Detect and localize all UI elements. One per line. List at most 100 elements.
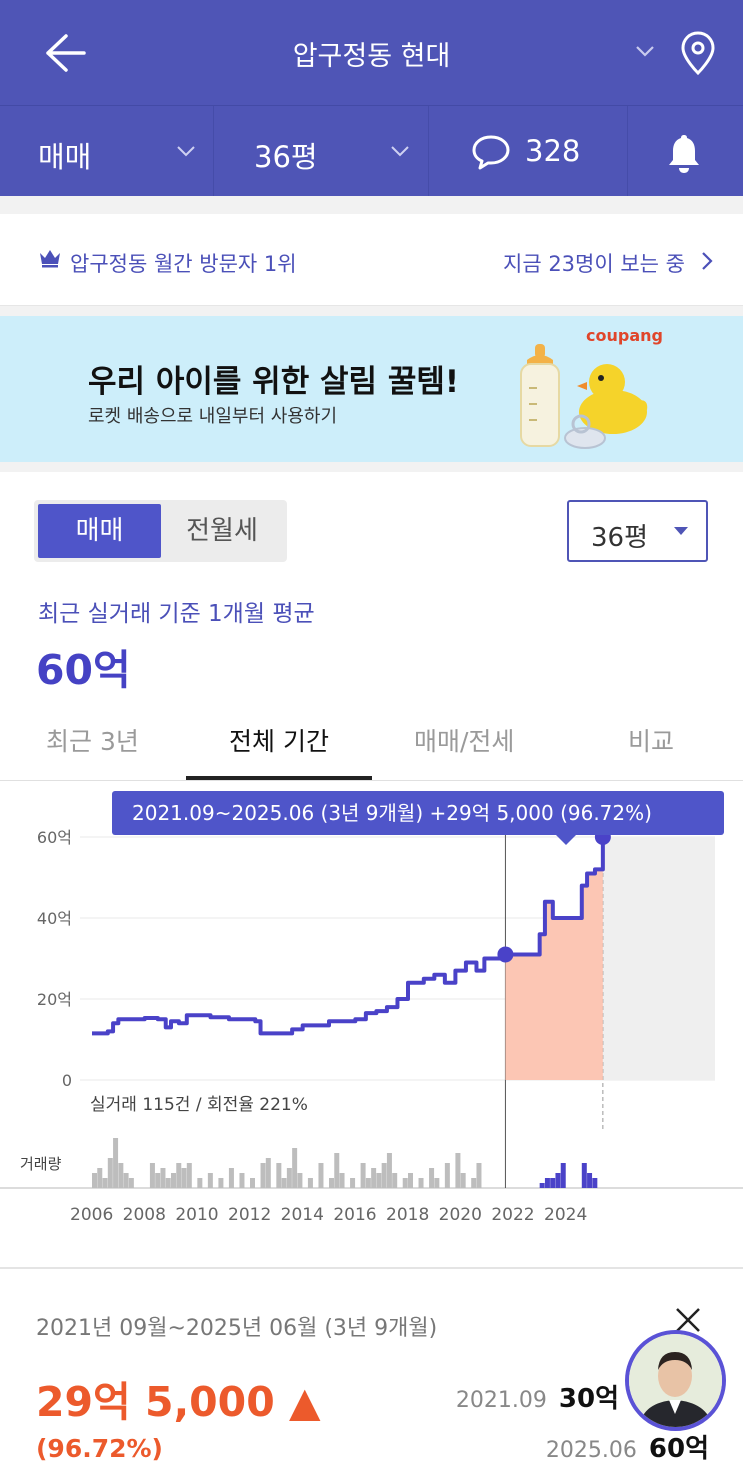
x-tick-label: 2006 bbox=[70, 1205, 113, 1225]
range-tooltip: 2021.09~2025.06 (3년 9개월) +29억 5,000 (96.… bbox=[112, 791, 724, 835]
chevron-down-icon bbox=[391, 146, 409, 157]
volume-bar bbox=[239, 1173, 245, 1188]
volume-bar bbox=[444, 1163, 450, 1188]
summary-period: 2021년 09월~2025년 06월 (3년 9개월) bbox=[36, 1316, 438, 1341]
volume-bar bbox=[128, 1178, 134, 1188]
x-tick-label: 2012 bbox=[228, 1205, 271, 1225]
volume-bar bbox=[286, 1168, 292, 1188]
comments-button[interactable]: 328 bbox=[429, 106, 628, 197]
x-tick-label: 2008 bbox=[123, 1205, 166, 1225]
volume-bar bbox=[434, 1178, 440, 1188]
deal-type-toggle: 매매 전월세 bbox=[34, 500, 287, 562]
volume-bar bbox=[160, 1168, 166, 1188]
volume-bar bbox=[418, 1178, 424, 1188]
volume-bar bbox=[228, 1168, 234, 1188]
chevron-down-icon[interactable] bbox=[632, 38, 658, 64]
volume-bar bbox=[371, 1168, 377, 1188]
size-dropdown[interactable]: 36평 bbox=[214, 106, 429, 197]
visitor-rank-row[interactable]: 압구정동 월간 방문자 1위 지금 23명이 보는 중 bbox=[0, 214, 743, 306]
tab-sale-vs-rent[interactable]: 매매/전세 bbox=[414, 722, 514, 758]
y-tick-label: 40억 bbox=[37, 909, 72, 928]
deal-type-label: 매매 bbox=[38, 140, 92, 174]
volume-bar bbox=[197, 1178, 203, 1188]
start-price: 30억 bbox=[558, 1384, 619, 1414]
volume-bar bbox=[107, 1158, 113, 1188]
x-tick-label: 2010 bbox=[175, 1205, 218, 1225]
volume-label: 거래량 bbox=[20, 1155, 62, 1173]
volume-bar bbox=[92, 1173, 97, 1188]
volume-bar bbox=[429, 1168, 435, 1188]
volume-bar bbox=[155, 1173, 161, 1188]
volume-bar bbox=[392, 1173, 398, 1188]
x-tick-label: 2024 bbox=[544, 1205, 587, 1225]
volume-bar bbox=[386, 1153, 392, 1188]
x-tick-label: 2020 bbox=[439, 1205, 482, 1225]
deal-type-dropdown[interactable]: 매매 bbox=[0, 106, 214, 197]
volume-bar bbox=[334, 1153, 340, 1188]
volume-bar bbox=[176, 1163, 182, 1188]
average-value: 60억 bbox=[36, 646, 131, 694]
location-pin-icon[interactable] bbox=[680, 30, 716, 76]
volume-bar bbox=[260, 1163, 266, 1188]
bell-icon bbox=[669, 135, 699, 173]
caret-down-icon bbox=[674, 527, 688, 535]
volume-bar bbox=[113, 1138, 119, 1188]
notification-button[interactable] bbox=[628, 106, 743, 197]
volume-bar bbox=[307, 1178, 313, 1188]
volume-bar bbox=[360, 1163, 366, 1188]
section-gap bbox=[0, 306, 743, 316]
speech-bubble-icon bbox=[472, 135, 510, 170]
x-tick-label: 2018 bbox=[386, 1205, 429, 1225]
future-range-shade bbox=[602, 837, 715, 1080]
period-tabs: 최근 3년 전체 기간 매매/전세 비교 bbox=[0, 700, 743, 781]
start-point[interactable] bbox=[497, 946, 514, 963]
crown-icon bbox=[40, 250, 60, 268]
volume-bar bbox=[476, 1163, 482, 1188]
volume-bar bbox=[350, 1178, 356, 1188]
volume-bar bbox=[381, 1163, 387, 1188]
tab-all-period[interactable]: 전체 기간 bbox=[229, 722, 329, 758]
x-tick-label: 2016 bbox=[333, 1205, 376, 1225]
volume-bar bbox=[102, 1178, 108, 1188]
volume-bar bbox=[165, 1178, 171, 1188]
volume-bar bbox=[123, 1173, 129, 1188]
volume-bar bbox=[460, 1173, 466, 1188]
section-gap bbox=[0, 196, 743, 214]
x-tick-label: 2014 bbox=[281, 1205, 324, 1225]
volume-bar bbox=[587, 1173, 593, 1188]
volume-bar bbox=[544, 1178, 550, 1188]
volume-bar bbox=[376, 1173, 382, 1188]
volume-bar bbox=[218, 1178, 224, 1188]
section-gap bbox=[0, 462, 743, 472]
tab-compare[interactable]: 비교 bbox=[628, 722, 674, 758]
volume-bar bbox=[297, 1173, 303, 1188]
volume-bar bbox=[149, 1163, 155, 1188]
comment-count: 328 bbox=[525, 134, 581, 168]
size-label: 36평 bbox=[254, 140, 318, 174]
volume-bar bbox=[118, 1163, 124, 1188]
price-history-chart[interactable]: 2006 2008 2010 2012 2014 2016 2018 2020 2022 2024… bbox=[0, 781, 743, 1241]
volume-bar bbox=[281, 1178, 287, 1188]
volume-bar bbox=[171, 1173, 176, 1188]
volume-bar bbox=[455, 1153, 461, 1188]
y-tick-label: 60억 bbox=[37, 828, 72, 847]
volume-bar bbox=[318, 1163, 324, 1188]
agent-avatar[interactable] bbox=[625, 1330, 726, 1431]
toggle-sale[interactable]: 매매 bbox=[38, 504, 161, 558]
price-change: 29억 5,000 ▲ bbox=[36, 1378, 321, 1426]
tab-recent-3y[interactable]: 최근 3년 bbox=[46, 722, 139, 758]
person-avatar-icon bbox=[629, 1334, 722, 1427]
size-select[interactable]: 36평 bbox=[567, 500, 708, 562]
volume-bar bbox=[265, 1158, 271, 1188]
x-tick-label: 2022 bbox=[491, 1205, 534, 1225]
ad-banner[interactable]: 우리 아이를 위한 살림 꿀템! 로켓 배송으로 내일부터 사용하기 coupa… bbox=[0, 316, 743, 462]
live-viewers-text: 지금 23명이 보는 중 bbox=[503, 252, 685, 276]
filter-bar: 매매 36평 328 bbox=[0, 105, 743, 197]
volume-bar bbox=[97, 1168, 103, 1188]
y-tick-label: 0 bbox=[62, 1071, 72, 1090]
volume-bar bbox=[471, 1178, 477, 1188]
visitor-rank-text: 압구정동 월간 방문자 1위 bbox=[70, 252, 297, 276]
volume-bar bbox=[186, 1163, 192, 1188]
toggle-rent[interactable]: 전월세 bbox=[161, 504, 283, 558]
ad-subtext: 로켓 배송으로 내일부터 사용하기 bbox=[88, 406, 338, 427]
